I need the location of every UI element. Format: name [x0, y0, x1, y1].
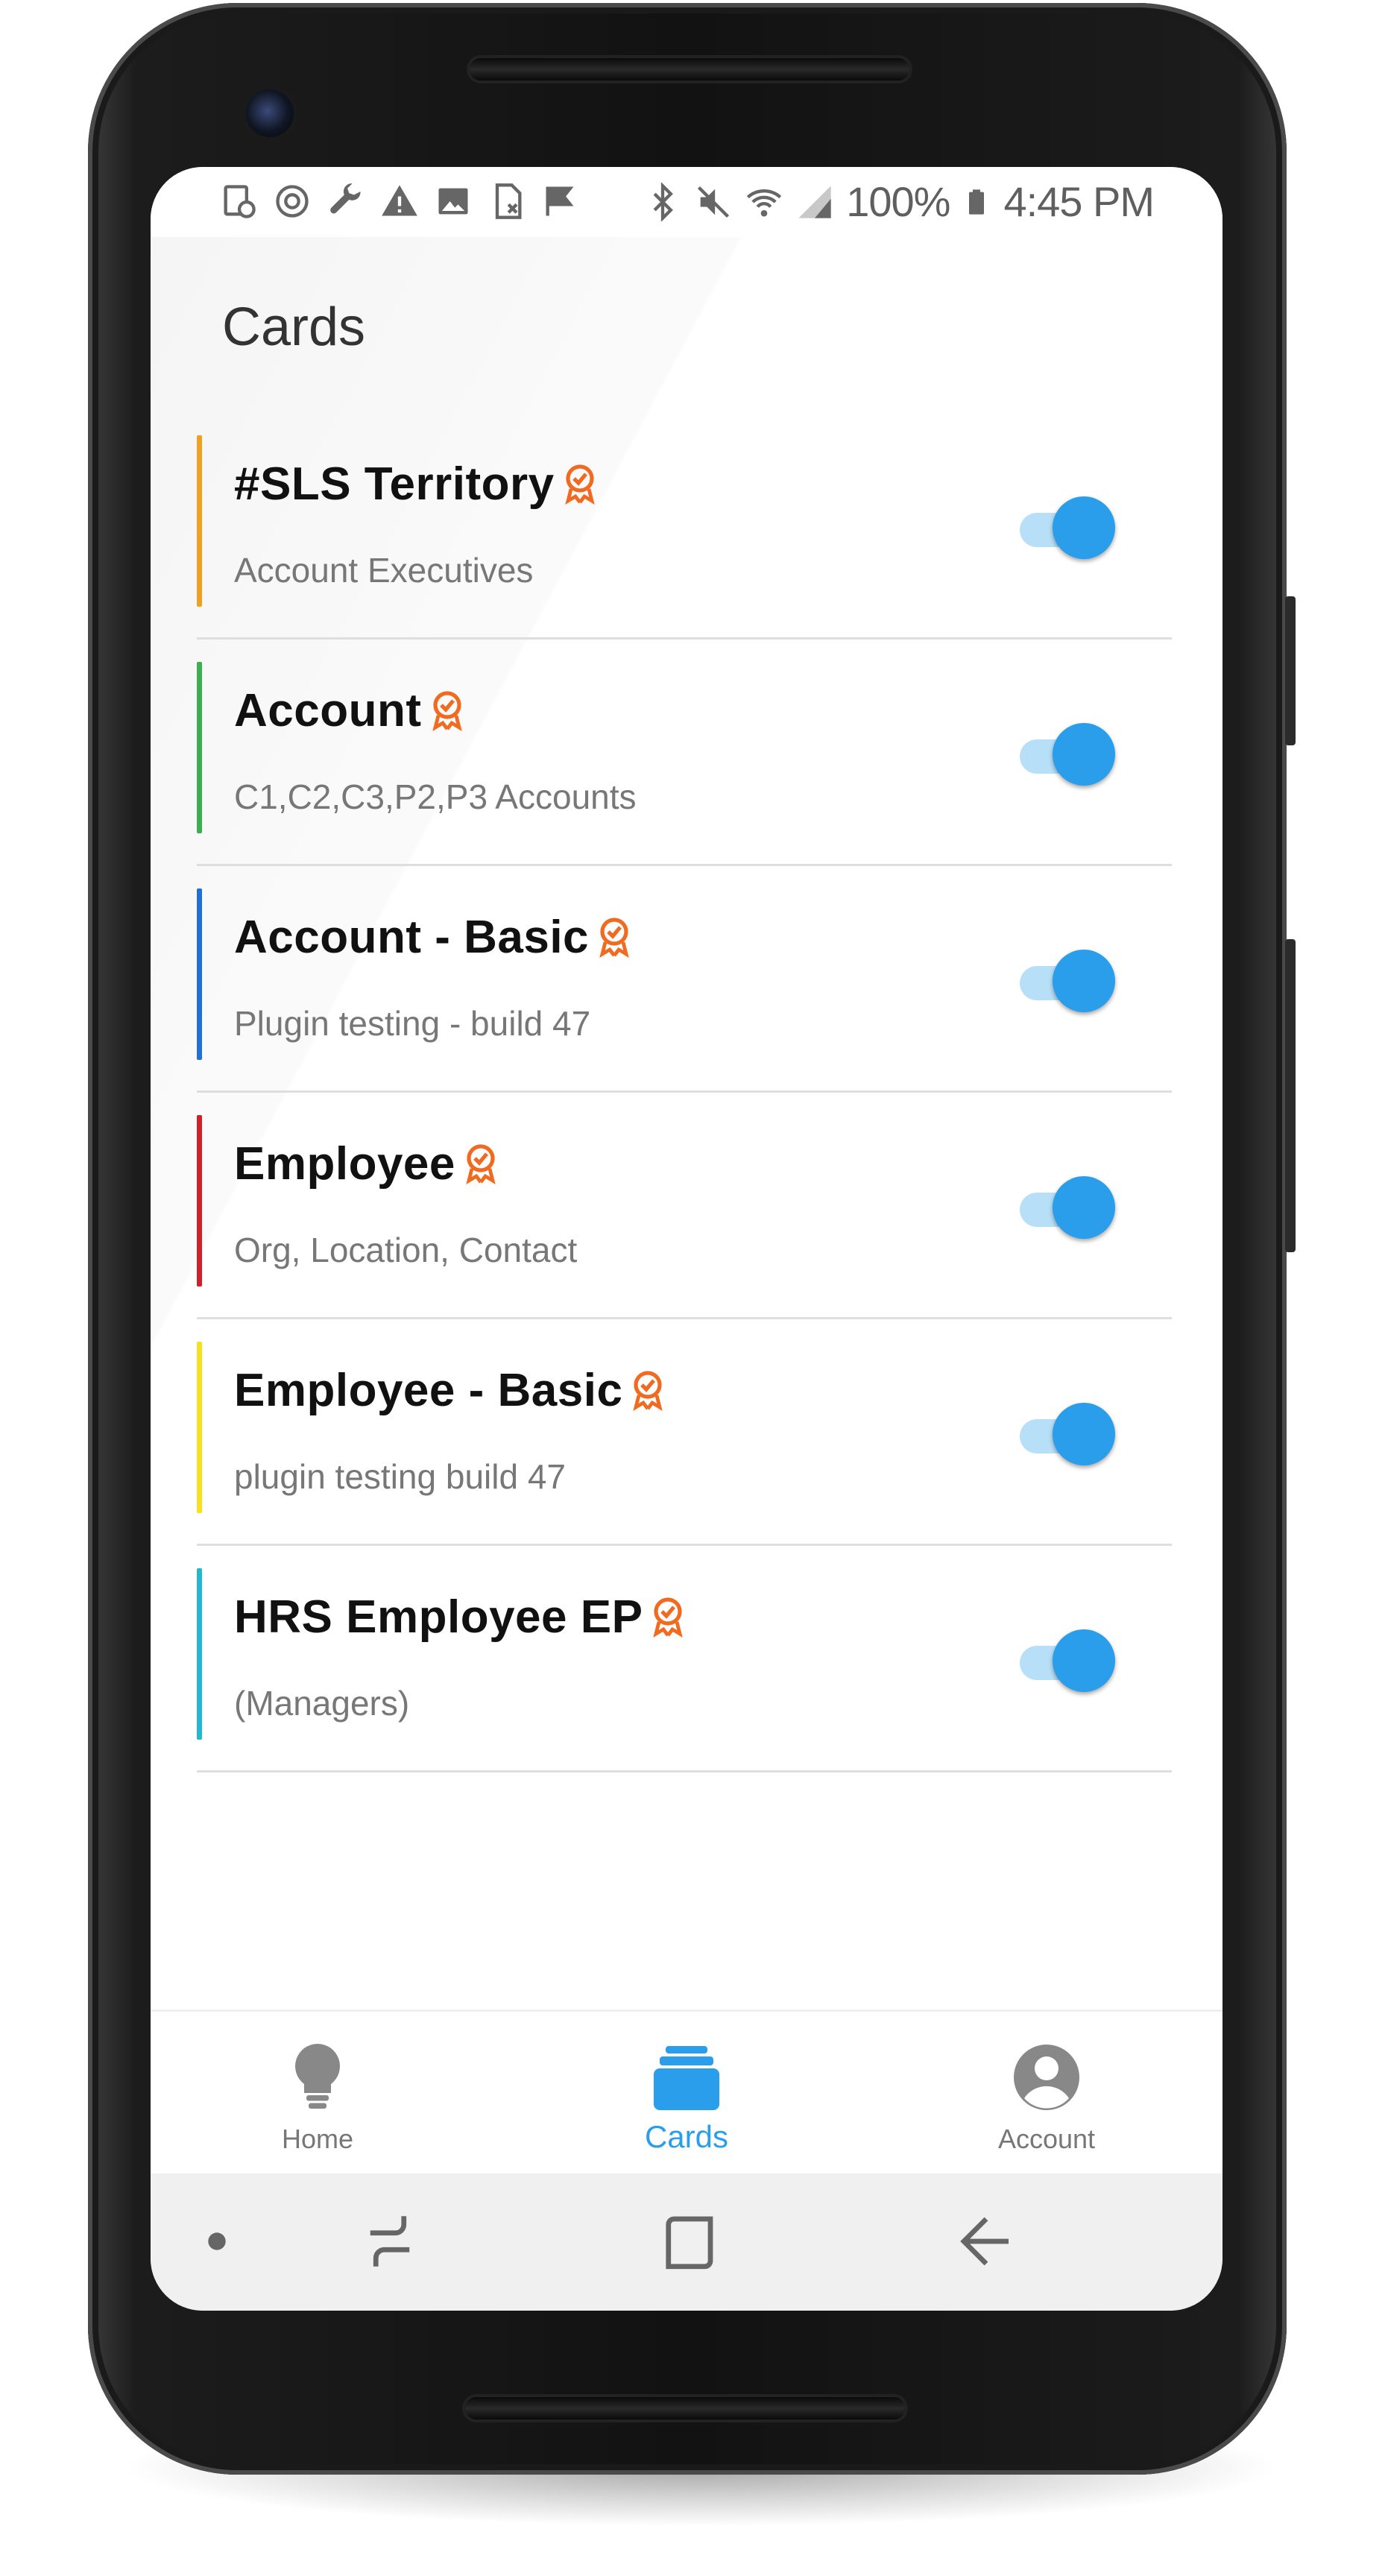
- card-toggle[interactable]: [1015, 1629, 1117, 1692]
- page-title: Cards: [222, 297, 366, 357]
- card-title: HRS Employee EP: [234, 1591, 643, 1643]
- tab-cards[interactable]: Cards: [575, 2012, 798, 2176]
- clock: 4:45 PM: [1003, 178, 1155, 225]
- recents-icon[interactable]: [356, 2208, 423, 2275]
- card-item[interactable]: Account C1,C2,C3,P2,P3 Accounts: [197, 640, 1172, 866]
- account-circle-icon: [1014, 2045, 1079, 2110]
- wifi-icon: [747, 189, 782, 216]
- cards-stack-icon: [654, 2046, 719, 2110]
- home-icon[interactable]: [654, 2208, 722, 2275]
- card-item[interactable]: Employee - Basic plugin testing build 47: [197, 1319, 1172, 1546]
- flag-icon: [546, 186, 574, 216]
- certified-badge-icon: [653, 1597, 684, 1638]
- card-toggle[interactable]: [1015, 1403, 1117, 1465]
- certified-badge-icon: [432, 690, 462, 731]
- card-accent-bar: [197, 435, 202, 607]
- tab-account[interactable]: Account: [935, 2012, 1158, 2176]
- certified-badge-icon: [564, 464, 595, 505]
- back-icon[interactable]: [953, 2208, 1020, 2275]
- tab-home[interactable]: Home: [206, 2012, 429, 2176]
- card-settings-icon: [224, 185, 256, 218]
- dot-icon: [208, 2232, 226, 2250]
- card-accent-bar: [197, 1115, 202, 1287]
- card-subtitle: Account Executives: [234, 551, 534, 590]
- volume-button: [1285, 939, 1296, 1252]
- card-item[interactable]: #SLS Territory Account Executives: [197, 413, 1172, 640]
- mute-icon: [698, 186, 730, 218]
- card-item[interactable]: Account - Basic Plugin testing - build 4…: [197, 866, 1172, 1093]
- card-subtitle: plugin testing build 47: [234, 1457, 566, 1496]
- card-title: #SLS Territory: [234, 458, 555, 510]
- toggle-thumb: [1053, 1176, 1115, 1239]
- bottom-speaker: [465, 2397, 905, 2419]
- warning-icon: [382, 185, 417, 216]
- system-status: 100% 4:45 PM: [643, 177, 1155, 226]
- status-bar: 100% 4:45 PM: [151, 167, 1222, 237]
- certified-badge-icon: [466, 1143, 496, 1184]
- top-speaker: [470, 58, 909, 80]
- card-title: Employee: [234, 1138, 455, 1190]
- card-toggle[interactable]: [1015, 723, 1117, 786]
- sim-icon: [495, 183, 522, 219]
- bluetooth-icon: [653, 182, 674, 221]
- lightbulb-icon: [295, 2044, 340, 2109]
- card-subtitle: Plugin testing - build 47: [234, 1004, 591, 1043]
- notification-icons: [219, 182, 580, 221]
- card-title: Account: [234, 685, 422, 736]
- card-list: #SLS Territory Account Executives Accoun…: [197, 413, 1172, 1772]
- power-button: [1285, 596, 1296, 745]
- card-accent-bar: [197, 1342, 202, 1513]
- system-nav-bar: [151, 2174, 1222, 2311]
- certified-badge-icon: [633, 1370, 663, 1411]
- toggle-thumb: [1053, 1403, 1115, 1465]
- signal-icon: [798, 185, 831, 218]
- card-toggle[interactable]: [1015, 1176, 1117, 1239]
- card-subtitle: (Managers): [234, 1684, 410, 1723]
- toggle-thumb: [1053, 496, 1115, 559]
- tab-label: Home: [281, 2124, 354, 2154]
- toggle-thumb: [1053, 723, 1115, 786]
- front-camera: [246, 89, 294, 137]
- card-accent-bar: [197, 662, 202, 833]
- tab-label: Cards: [644, 2119, 729, 2154]
- battery-percent: 100%: [846, 178, 950, 225]
- card-subtitle: C1,C2,C3,P2,P3 Accounts: [234, 777, 637, 816]
- toggle-thumb: [1053, 1629, 1115, 1692]
- sync-icon: [276, 185, 309, 218]
- cards-screen: Cards #SLS Territory Account Executives …: [151, 237, 1222, 2175]
- card-toggle[interactable]: [1015, 950, 1117, 1012]
- card-subtitle: Org, Location, Contact: [234, 1231, 578, 1269]
- toggle-thumb: [1053, 950, 1115, 1012]
- image-icon: [438, 188, 468, 215]
- card-title: Account - Basic: [234, 912, 590, 963]
- battery-icon: [969, 189, 985, 215]
- certified-badge-icon: [599, 917, 629, 958]
- phone-screen: 100% 4:45 PM Cards #SLS Territory Accoun…: [151, 167, 1222, 2311]
- card-accent-bar: [197, 1568, 202, 1740]
- card-item[interactable]: Employee Org, Location, Contact: [197, 1093, 1172, 1319]
- card-toggle[interactable]: [1015, 496, 1117, 559]
- tab-label: Account: [997, 2124, 1096, 2154]
- card-item[interactable]: HRS Employee EP (Managers): [197, 1546, 1172, 1772]
- wrench-icon: [330, 183, 361, 214]
- card-accent-bar: [197, 888, 202, 1060]
- card-title: Employee - Basic: [234, 1365, 623, 1416]
- bottom-tab-bar: Home Cards Account: [151, 2010, 1222, 2174]
